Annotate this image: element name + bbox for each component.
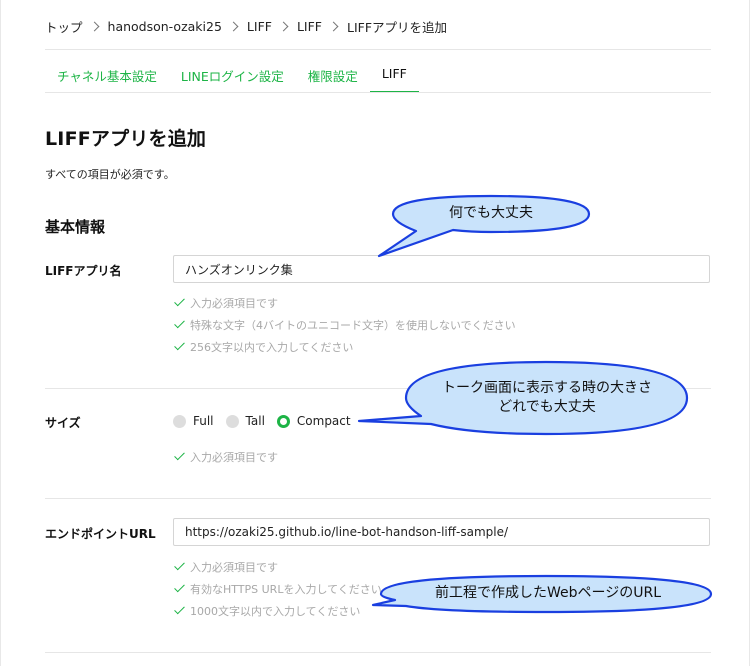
callout-text-endpoint: 前工程で作成したWebページのURL bbox=[434, 585, 662, 601]
callout-overlay bbox=[357, 194, 713, 614]
callout-text-size-1: トーク画面に表示する時の大きさ bbox=[442, 380, 652, 396]
callout-text-size-2: どれでも大丈夫 bbox=[498, 399, 596, 415]
liff-add-page: トップ hanodson-ozaki25 LIFF LIFF LIFFアプリを追… bbox=[0, 0, 750, 666]
callout-text-name: 何でも大丈夫 bbox=[449, 205, 533, 221]
